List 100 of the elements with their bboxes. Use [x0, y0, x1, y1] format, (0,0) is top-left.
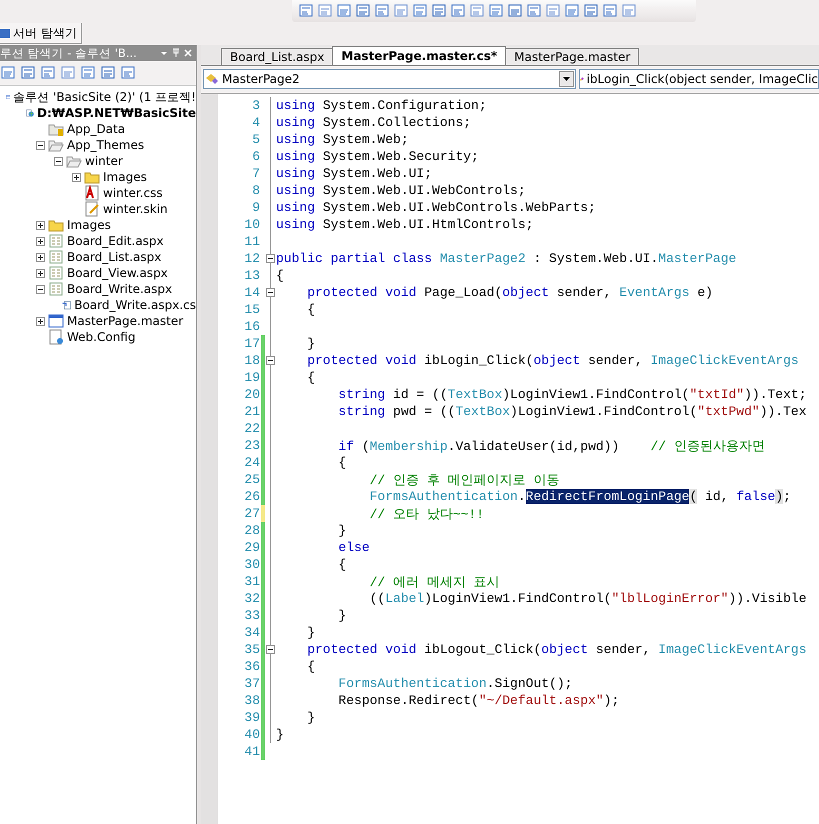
toolbar-icon[interactable] — [507, 3, 523, 19]
document-tab[interactable]: MasterPage.master.cs* — [332, 46, 506, 65]
toolbar-icon[interactable] — [583, 3, 599, 19]
line-number: 8 — [251, 183, 261, 198]
tree-item[interactable]: MasterPage.master — [67, 314, 184, 328]
tree-item[interactable]: Board_View.aspx — [67, 266, 168, 280]
code-line: using System.Web.UI.HtmlControls; — [276, 217, 534, 232]
toolbar-icon[interactable] — [393, 3, 409, 19]
toolbar-icon[interactable] — [488, 3, 504, 19]
minus-icon — [268, 360, 273, 361]
toolbar-icon[interactable] — [450, 3, 466, 19]
tree-item[interactable]: App_Data — [67, 122, 126, 136]
toolbar-icon[interactable] — [602, 3, 618, 19]
pin-icon[interactable] — [172, 48, 180, 58]
window-icon — [48, 313, 64, 329]
line-number: 24 — [243, 455, 261, 470]
minus-icon — [268, 292, 273, 293]
line-number: 26 — [243, 489, 261, 504]
server-explorer-tab[interactable]: 서버 탐색기 — [0, 23, 82, 44]
collapse-toggle[interactable] — [266, 645, 275, 654]
toolbar-icon[interactable] — [374, 3, 390, 19]
code-line: { — [276, 268, 284, 283]
tree-item[interactable]: Images — [103, 170, 147, 184]
expand-toggle[interactable] — [36, 268, 45, 278]
toolbar-icon[interactable] — [80, 65, 96, 81]
toolbar-icon[interactable] — [545, 3, 561, 19]
expand-toggle[interactable] — [54, 156, 63, 166]
line-number: 19 — [243, 370, 261, 385]
toolbar-icon[interactable] — [564, 3, 580, 19]
tree-item[interactable]: Web.Config — [67, 330, 136, 344]
code-line: // 오타 났다~~!! — [368, 506, 484, 522]
line-number: 13 — [243, 268, 261, 283]
tree-item[interactable]: Board_List.aspx — [67, 250, 162, 264]
code-line: { — [337, 455, 346, 470]
tree-item[interactable]: Board_Write.aspx.cs — [74, 298, 196, 312]
document-tab[interactable]: MasterPage.master — [505, 48, 640, 65]
expand-toggle[interactable] — [36, 140, 45, 150]
collapse-toggle[interactable] — [266, 254, 275, 263]
code-line: protected void ibLogin_Click(object sender, ImageClickEventArgs — [306, 353, 799, 368]
expand-toggle[interactable] — [36, 252, 45, 262]
code-line: using System.Web.UI.WebControls; — [276, 183, 526, 198]
server-icon — [0, 27, 10, 39]
plus-icon — [38, 222, 43, 228]
plus-icon — [38, 238, 43, 244]
dropdown-icon[interactable] — [160, 49, 168, 57]
tree-item[interactable]: winter.css — [103, 186, 163, 200]
expand-toggle[interactable] — [36, 316, 45, 326]
tree-item[interactable]: winter — [85, 154, 123, 168]
code-line: using System.Web.Security; — [276, 149, 479, 164]
expand-toggle[interactable] — [72, 172, 81, 182]
minus-icon — [38, 288, 43, 290]
line-number: 17 — [243, 336, 261, 351]
tree-item[interactable]: Images — [67, 218, 111, 232]
line-number: 7 — [251, 166, 261, 181]
toolbar-icon[interactable] — [336, 3, 352, 19]
toolbar-icon[interactable] — [100, 65, 116, 81]
toolbar-icon[interactable] — [317, 3, 333, 19]
line-number: 23 — [243, 438, 261, 453]
line-number: 35 — [243, 642, 261, 657]
line-number: 18 — [243, 353, 261, 368]
tree-item[interactable]: App_Themes — [67, 138, 144, 152]
line-number: 39 — [243, 710, 261, 725]
plus-icon — [38, 270, 43, 276]
line-number: 25 — [243, 472, 261, 487]
tree-item[interactable]: Board_Edit.aspx — [67, 234, 164, 248]
dropdown-button[interactable] — [559, 71, 574, 87]
toolbar-icon[interactable] — [431, 3, 447, 19]
toolbar-icon[interactable] — [469, 3, 485, 19]
code-line: Response.Redirect("~/Default.aspx"); — [337, 693, 620, 708]
close-icon[interactable] — [184, 49, 192, 57]
member-dropdown[interactable]: ibLogin_Click(object sender, ImageClic — [579, 69, 819, 89]
toolbar-icon[interactable] — [20, 65, 36, 81]
class-dropdown[interactable]: MasterPage2 — [203, 69, 576, 89]
minus-icon — [268, 649, 273, 650]
toolbar-icon[interactable] — [60, 65, 76, 81]
expand-toggle[interactable] — [36, 284, 45, 294]
code-line: } — [306, 336, 316, 351]
document-tab[interactable]: Board_List.aspx — [221, 48, 334, 65]
toolbar-icon[interactable] — [621, 3, 637, 19]
expand-toggle[interactable] — [36, 236, 45, 246]
collapse-toggle[interactable] — [266, 356, 275, 365]
toolbar-icon[interactable] — [526, 3, 542, 19]
toolbar-icon[interactable] — [412, 3, 428, 19]
tree-item[interactable]: Board_Write.aspx — [67, 282, 172, 296]
line-number: 37 — [243, 676, 261, 691]
code-line: } — [276, 727, 284, 742]
toolbar-icon[interactable] — [355, 3, 371, 19]
tree-item[interactable]: D:₩ASP.NET₩BasicSite — [37, 106, 196, 120]
toolbar-icon[interactable] — [0, 65, 16, 81]
toolbar-icon[interactable] — [120, 65, 136, 81]
plus-icon — [38, 318, 43, 324]
expand-toggle[interactable] — [36, 220, 45, 230]
collapse-toggle[interactable] — [266, 288, 275, 297]
tree-item[interactable]: winter.skin — [103, 202, 168, 216]
minus-icon — [38, 144, 43, 146]
line-number: 36 — [243, 659, 261, 674]
toolbar-icon[interactable] — [40, 65, 56, 81]
code-line: public partial class MasterPage2 : System.Web.UI.MasterPage — [276, 251, 736, 266]
toolbar-icon[interactable] — [298, 3, 314, 19]
tree-item[interactable]: 솔루션 'BasicSite (2)' (1 프로젝! — [13, 88, 196, 106]
